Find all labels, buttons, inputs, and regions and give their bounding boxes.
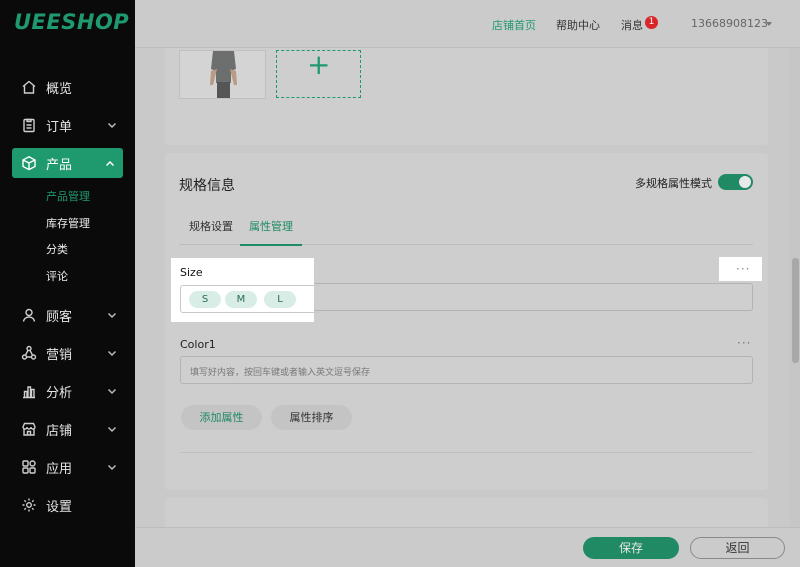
bottom-action-bar: 保存 返回 [135, 527, 800, 567]
sidebar-item-label: 产品 [46, 157, 73, 173]
sidebar-item-store[interactable]: 店铺 [0, 410, 135, 448]
plus-icon: + [307, 48, 331, 81]
toggle-knob [739, 176, 751, 188]
sidebar-item-marketing[interactable]: 营销 [0, 334, 135, 372]
sidebar-item-label: 设置 [46, 499, 73, 515]
sidebar-item-label: 店铺 [46, 423, 73, 439]
chevron-down-icon [107, 309, 117, 319]
multi-spec-toggle[interactable] [718, 174, 753, 190]
more-options-icon[interactable]: ··· [736, 262, 750, 276]
size-attribute-highlight: Size S M L [171, 258, 320, 322]
spec-tabs: 规格设置 属性管理 [179, 209, 753, 246]
clipboard-icon [20, 117, 37, 134]
sidebar-item-label: 分析 [46, 385, 73, 401]
size-chip-l[interactable]: L [264, 291, 296, 308]
sidebar-item-customers[interactable]: 顾客 [0, 296, 135, 334]
bar-chart-icon [20, 383, 37, 400]
multi-spec-toggle-label: 多规格属性模式 [635, 177, 712, 190]
save-button[interactable]: 保存 [583, 537, 679, 559]
tab-spec-settings[interactable]: 规格设置 [189, 218, 233, 244]
more-options-icon[interactable]: ··· [737, 336, 751, 350]
home-icon [20, 79, 37, 96]
chevron-down-icon [107, 423, 117, 433]
section-title: 规格信息 [179, 178, 235, 194]
color-attribute-input[interactable]: 填写好内容，按回车键或者输入英文逗号保存 [180, 356, 753, 384]
sidebar-item-settings[interactable]: 设置 [0, 486, 135, 524]
chevron-down-icon [107, 347, 117, 357]
size-chip-m[interactable]: M [225, 291, 257, 308]
add-image-button[interactable]: + [276, 50, 361, 98]
help-center-link[interactable]: 帮助中心 [556, 17, 600, 33]
product-images-card: + [165, 48, 768, 145]
submenu-product-management[interactable]: 产品管理 [46, 184, 135, 211]
chevron-down-icon [107, 461, 117, 471]
sidebar-item-label: 订单 [46, 119, 73, 135]
store-home-link[interactable]: 店铺首页 [492, 17, 536, 33]
submenu-inventory[interactable]: 库存管理 [46, 211, 135, 238]
sidebar-item-label: 应用 [46, 461, 73, 477]
top-bar: 店铺首页 帮助中心 消息 1 13668908123 [135, 0, 800, 48]
product-submenu: 产品管理 库存管理 分类 评论 [0, 182, 135, 296]
apps-icon [20, 459, 37, 476]
chevron-down-icon [107, 385, 117, 395]
store-icon [20, 421, 37, 438]
sidebar-item-products[interactable]: 产品 [12, 148, 123, 178]
sidebar-item-label: 营销 [46, 347, 73, 363]
size-chip-container[interactable]: S M L [180, 285, 320, 313]
logo[interactable]: UEESHOP [14, 10, 129, 34]
message-count-badge: 1 [645, 16, 658, 29]
sidebar-nav: 概览 订单 产品 产品管理 库存管理 分类 评论 顾客 营销 分析 店铺 应用 … [0, 68, 135, 524]
submenu-category[interactable]: 分类 [46, 237, 135, 264]
user-icon [20, 307, 37, 324]
network-icon [20, 345, 37, 362]
box-icon [20, 155, 37, 172]
sidebar-item-apps[interactable]: 应用 [0, 448, 135, 486]
size-more-options-highlight: ··· [719, 257, 762, 281]
sidebar-item-overview[interactable]: 概览 [0, 68, 135, 106]
scrollbar-thumb[interactable] [792, 258, 799, 363]
product-image-thumbnail[interactable] [179, 50, 266, 99]
size-chip-s[interactable]: S [189, 291, 221, 308]
sidebar-item-orders[interactable]: 订单 [0, 106, 135, 144]
user-account-menu[interactable]: 13668908123 [691, 17, 768, 30]
sidebar-item-label: 概览 [46, 81, 73, 97]
divider [180, 452, 753, 453]
messages-link[interactable]: 消息 [621, 17, 643, 33]
sort-attributes-button[interactable]: 属性排序 [271, 405, 352, 430]
gear-icon [20, 497, 37, 514]
sidebar-item-analytics[interactable]: 分析 [0, 372, 135, 410]
sidebar: UEESHOP 概览 订单 产品 产品管理 库存管理 分类 评论 顾客 营销 分… [0, 0, 135, 567]
sidebar-item-label: 顾客 [46, 309, 73, 325]
color-attribute-placeholder: 填写好内容，按回车键或者输入英文逗号保存 [190, 368, 371, 378]
chevron-up-icon [105, 158, 115, 168]
caret-down-icon[interactable] [766, 22, 772, 26]
submenu-reviews[interactable]: 评论 [46, 264, 135, 291]
color-attribute-label: Color1 [180, 338, 216, 351]
tab-attribute-management[interactable]: 属性管理 [240, 218, 302, 246]
add-attribute-button[interactable]: 添加属性 [181, 405, 262, 430]
size-attribute-label: Size [180, 266, 203, 279]
back-button[interactable]: 返回 [690, 537, 785, 559]
chevron-down-icon [107, 119, 117, 129]
